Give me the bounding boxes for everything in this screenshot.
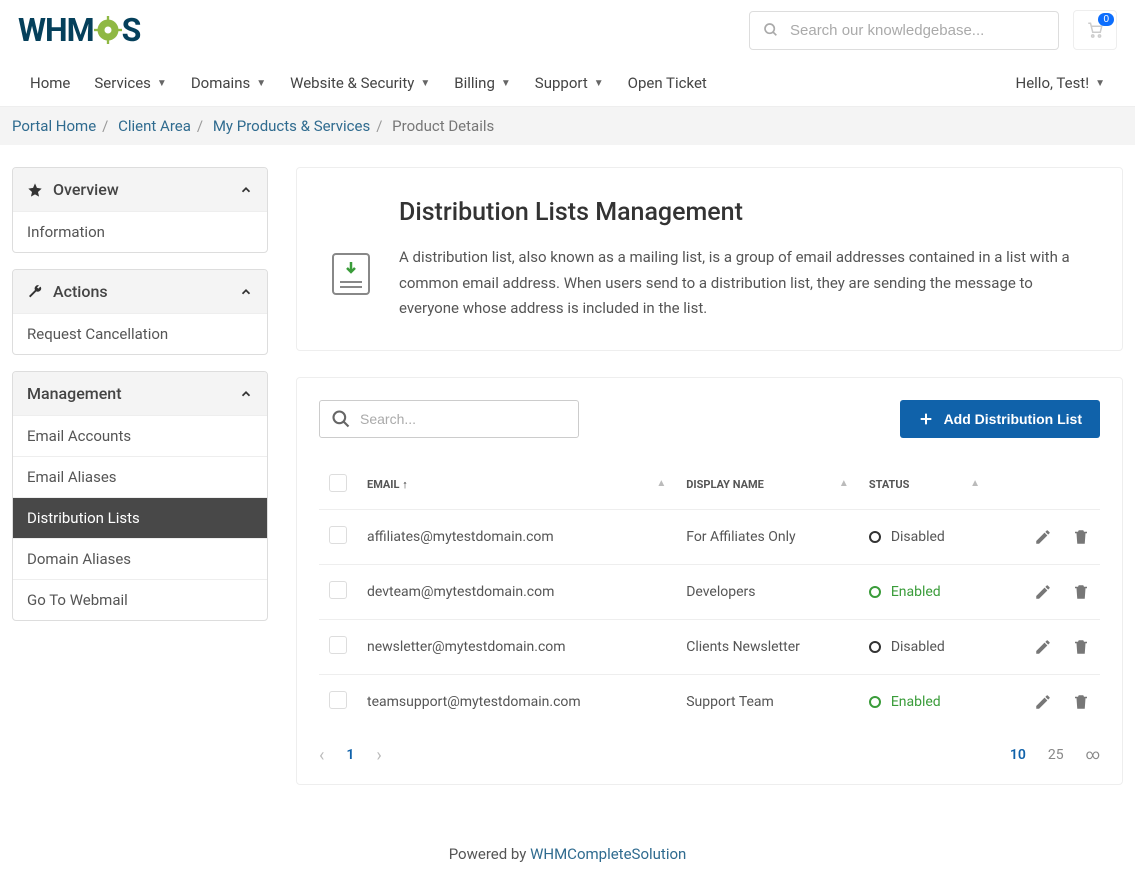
col-status[interactable]: STATUS▲ [859, 460, 990, 510]
panel-management: Management Email Accounts Email Aliases … [12, 371, 268, 621]
star-icon [27, 182, 43, 198]
pagination: ‹ 1 › 10 25 ∞ [319, 729, 1100, 784]
crumb-portal-home[interactable]: Portal Home [12, 117, 96, 135]
sidebar-item-go-to-webmail[interactable]: Go To Webmail [13, 579, 267, 620]
wrench-icon [27, 284, 43, 300]
sidebar-item-information[interactable]: Information [13, 211, 267, 252]
row-checkbox[interactable] [329, 526, 347, 544]
cell-display-name: For Affiliates Only [676, 509, 859, 564]
row-checkbox[interactable] [329, 636, 347, 654]
nav-services[interactable]: Services▼ [82, 60, 178, 106]
crumb-client-area[interactable]: Client Area [118, 117, 191, 135]
edit-button[interactable] [1034, 528, 1052, 546]
delete-button[interactable] [1072, 528, 1090, 546]
logo[interactable]: WHMS [18, 11, 140, 49]
delete-button[interactable] [1072, 693, 1090, 711]
page-title: Distribution Lists Management [399, 198, 1088, 227]
nav-home[interactable]: Home [18, 60, 82, 106]
sidebar-item-distribution-lists[interactable]: Distribution Lists [13, 497, 267, 538]
table-search-input[interactable] [319, 400, 579, 438]
cell-email: newsletter@mytestdomain.com [357, 619, 676, 674]
table-row: teamsupport@mytestdomain.com Support Tea… [319, 674, 1100, 729]
cell-status: Disabled [869, 639, 980, 655]
panel-management-header[interactable]: Management [13, 372, 267, 415]
search-icon [331, 409, 351, 429]
breadcrumb: Portal Home/ Client Area/ My Products & … [0, 107, 1135, 145]
sidebar-item-email-aliases[interactable]: Email Aliases [13, 456, 267, 497]
nav-website-security[interactable]: Website & Security▼ [278, 60, 442, 106]
table-row: devteam@mytestdomain.com Developers Enab… [319, 564, 1100, 619]
user-menu[interactable]: Hello, Test!▼ [1004, 60, 1118, 106]
panel-overview-header[interactable]: Overview [13, 168, 267, 211]
add-distribution-list-button[interactable]: Add Distribution List [900, 400, 1100, 438]
chevron-up-icon [239, 285, 253, 299]
sidebar-item-domain-aliases[interactable]: Domain Aliases [13, 538, 267, 579]
page-size-10[interactable]: 10 [1010, 747, 1026, 763]
kb-search-input[interactable] [749, 11, 1059, 50]
crumb-current: Product Details [392, 117, 494, 135]
col-display-name[interactable]: DISPLAY NAME▲ [676, 460, 859, 510]
panel-actions: Actions Request Cancellation [12, 269, 268, 355]
cart-badge: 0 [1098, 13, 1114, 26]
panel-overview: Overview Information [12, 167, 268, 253]
gear-icon [94, 16, 122, 44]
cell-status: Disabled [869, 529, 980, 545]
footer: Powered by WHMCompleteSolution [0, 815, 1135, 883]
cell-email: affiliates@mytestdomain.com [357, 509, 676, 564]
distribution-list-icon [331, 252, 371, 322]
page-description: A distribution list, also known as a mai… [399, 245, 1088, 322]
col-email[interactable]: EMAIL ↑▲ [357, 460, 676, 510]
nav-support[interactable]: Support▼ [523, 60, 616, 106]
kb-search [749, 11, 1059, 50]
page-1[interactable]: 1 [346, 747, 354, 763]
crumb-products[interactable]: My Products & Services [213, 117, 370, 135]
row-checkbox[interactable] [329, 581, 347, 599]
main-nav: Home Services▼ Domains▼ Website & Securi… [18, 60, 719, 106]
page-size-25[interactable]: 25 [1048, 747, 1064, 763]
page-next[interactable]: › [376, 745, 381, 766]
cart-button[interactable]: 0 [1073, 10, 1117, 50]
sidebar-item-request-cancellation[interactable]: Request Cancellation [13, 313, 267, 354]
plus-icon [918, 411, 934, 427]
edit-button[interactable] [1034, 638, 1052, 656]
cell-display-name: Clients Newsletter [676, 619, 859, 674]
chevron-up-icon [239, 183, 253, 197]
cell-email: devteam@mytestdomain.com [357, 564, 676, 619]
delete-button[interactable] [1072, 583, 1090, 601]
nav-billing[interactable]: Billing▼ [442, 60, 523, 106]
sidebar-item-email-accounts[interactable]: Email Accounts [13, 415, 267, 456]
chevron-up-icon [239, 387, 253, 401]
cell-display-name: Support Team [676, 674, 859, 729]
row-checkbox[interactable] [329, 691, 347, 709]
cell-email: teamsupport@mytestdomain.com [357, 674, 676, 729]
table-row: newsletter@mytestdomain.com Clients News… [319, 619, 1100, 674]
cell-status: Enabled [869, 584, 980, 600]
edit-button[interactable] [1034, 693, 1052, 711]
select-all-checkbox[interactable] [329, 474, 347, 492]
edit-button[interactable] [1034, 583, 1052, 601]
cell-display-name: Developers [676, 564, 859, 619]
nav-open-ticket[interactable]: Open Ticket [616, 60, 719, 106]
footer-link[interactable]: WHMCompleteSolution [530, 845, 686, 863]
distribution-lists-table: EMAIL ↑▲ DISPLAY NAME▲ STATUS▲ affiliate… [319, 460, 1100, 729]
page-prev[interactable]: ‹ [319, 745, 324, 766]
page-size-all[interactable]: ∞ [1086, 747, 1100, 763]
table-row: affiliates@mytestdomain.com For Affiliat… [319, 509, 1100, 564]
search-icon [763, 22, 779, 38]
delete-button[interactable] [1072, 638, 1090, 656]
panel-actions-header[interactable]: Actions [13, 270, 267, 313]
nav-domains[interactable]: Domains▼ [179, 60, 278, 106]
cell-status: Enabled [869, 694, 980, 710]
table-search [319, 400, 579, 438]
